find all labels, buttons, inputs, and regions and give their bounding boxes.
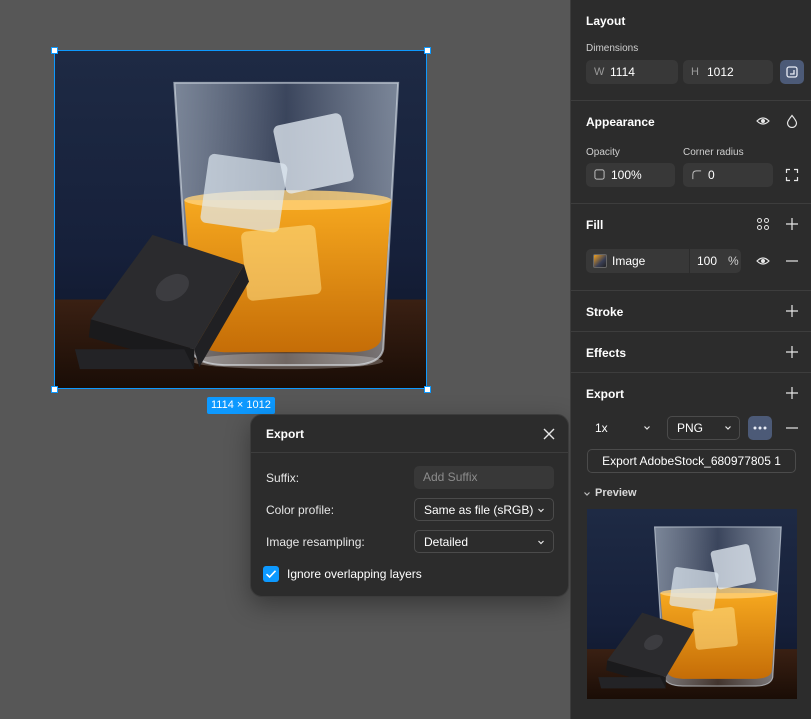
eye-icon[interactable] <box>756 254 770 268</box>
resize-handle-bottom-right[interactable] <box>424 386 431 393</box>
export-title: Export <box>586 387 625 401</box>
more-options-icon <box>753 426 767 430</box>
resize-to-fit-icon <box>786 66 798 78</box>
eye-icon[interactable] <box>756 114 770 128</box>
export-scale-select[interactable]: 1x <box>587 416 658 440</box>
add-fill-icon[interactable] <box>785 217 799 231</box>
corner-radius-icon <box>691 169 702 180</box>
fill-type: Image <box>612 254 646 268</box>
whisky-chocolate-preview <box>587 509 797 699</box>
height-field[interactable]: H 1012 <box>683 60 773 84</box>
image-resampling-select[interactable]: Detailed <box>414 530 554 553</box>
chevron-down-icon <box>643 416 651 448</box>
color-profile-label: Color profile: <box>266 503 335 517</box>
color-profile-value: Same as file (sRGB) <box>424 503 534 517</box>
suffix-label: Suffix: <box>266 471 300 485</box>
appearance-title: Appearance <box>586 115 655 129</box>
color-profile-select[interactable]: Same as file (sRGB) <box>414 498 554 521</box>
selected-image-frame[interactable] <box>54 50 427 389</box>
export-scale-value: 1x <box>595 421 608 435</box>
height-prefix: H <box>691 66 699 78</box>
chevron-down-icon <box>724 417 732 447</box>
selection-size-badge: 1114 × 1012 <box>207 397 275 414</box>
layout-section: Layout Dimensions W 1114 H 1012 <box>571 0 811 101</box>
dimensions-label: Dimensions <box>586 43 639 54</box>
preview-toggle-label[interactable]: Preview <box>595 487 637 499</box>
add-stroke-icon[interactable] <box>785 304 799 318</box>
height-value: 1012 <box>707 65 734 79</box>
checkmark-icon <box>265 570 277 579</box>
resize-handle-bottom-left[interactable] <box>51 386 58 393</box>
ignore-overlapping-label: Ignore overlapping layers <box>287 567 422 581</box>
canvas[interactable]: 1114 × 1012 <box>0 0 570 719</box>
resize-handle-top-right[interactable] <box>424 47 431 54</box>
fill-section: Fill Image 100 % <box>571 204 811 291</box>
ignore-overlapping-checkbox[interactable] <box>263 566 279 582</box>
remove-export-icon[interactable] <box>785 421 799 435</box>
dialog-title: Export <box>266 427 305 441</box>
opacity-label: Opacity <box>586 147 620 158</box>
opacity-icon <box>594 169 605 180</box>
constrain-proportions-button[interactable] <box>780 60 804 84</box>
add-effect-icon[interactable] <box>785 345 799 359</box>
export-format-value: PNG <box>677 421 704 435</box>
stroke-title: Stroke <box>586 305 624 319</box>
styles-grid-icon[interactable] <box>756 217 770 231</box>
chevron-down-icon <box>537 531 545 562</box>
suffix-input[interactable] <box>414 466 554 489</box>
add-export-icon[interactable] <box>785 386 799 400</box>
layout-title: Layout <box>586 14 626 28</box>
fill-divider <box>689 249 690 273</box>
export-format-select[interactable]: PNG <box>667 416 740 440</box>
appearance-section: Appearance Opacity Corner radius 100% 0 <box>571 101 811 204</box>
image-resampling-label: Image resampling: <box>266 535 365 549</box>
export-preview-image <box>587 509 797 699</box>
blend-mode-icon[interactable] <box>785 114 799 128</box>
corner-radius-value: 0 <box>708 168 715 182</box>
chevron-down-icon[interactable] <box>583 488 591 502</box>
dialog-header: Export <box>251 415 568 453</box>
image-resampling-value: Detailed <box>424 535 469 549</box>
effects-section: Effects <box>571 332 811 373</box>
width-field[interactable]: W 1114 <box>586 60 678 84</box>
width-prefix: W <box>594 66 605 78</box>
corner-radius-label: Corner radius <box>683 147 744 158</box>
whisky-chocolate-image <box>55 51 426 388</box>
export-dialog: Export Suffix: Color profile: Same as fi… <box>250 414 569 597</box>
fill-title: Fill <box>586 218 604 232</box>
export-button[interactable]: Export AdobeStock_680977805 1 <box>587 449 796 473</box>
opacity-value: 100% <box>611 168 642 182</box>
effects-title: Effects <box>586 346 627 360</box>
fill-item[interactable]: Image 100 % <box>586 249 741 273</box>
resize-handle-top-left[interactable] <box>51 47 58 54</box>
chevron-down-icon <box>537 499 545 530</box>
corner-radius-field[interactable]: 0 <box>683 163 773 187</box>
remove-fill-icon[interactable] <box>785 254 799 268</box>
close-icon[interactable] <box>540 425 558 443</box>
width-value: 1114 <box>610 65 635 79</box>
properties-panel: Layout Dimensions W 1114 H 1012 Appearan… <box>570 0 811 719</box>
opacity-field[interactable]: 100% <box>586 163 675 187</box>
fill-opacity-value: 100 <box>697 254 718 268</box>
image-thumbnail-icon <box>593 254 607 268</box>
independent-corners-icon[interactable] <box>785 168 799 182</box>
export-settings-button[interactable] <box>748 416 772 440</box>
fill-opacity-unit: % <box>728 254 739 268</box>
stroke-section: Stroke <box>571 291 811 332</box>
